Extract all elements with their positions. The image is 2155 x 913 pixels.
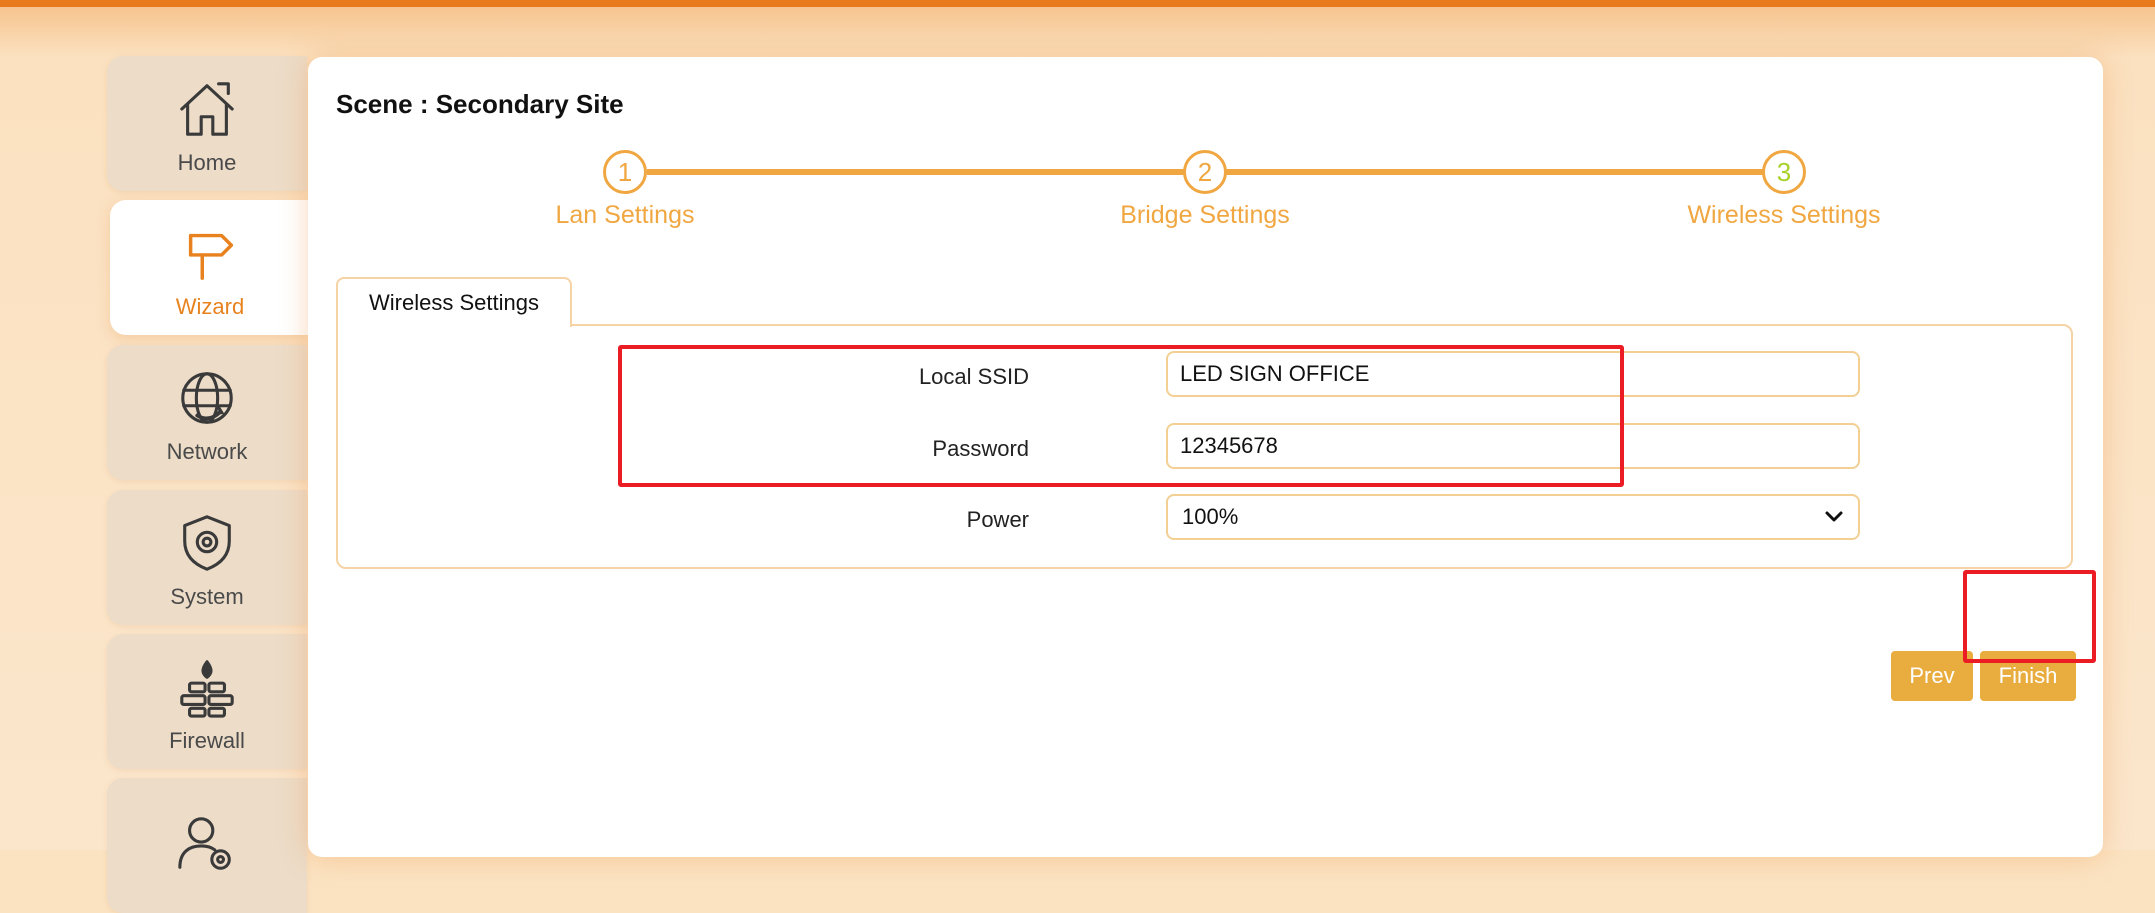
shield-gear-icon [183, 514, 231, 571]
step-3-circle: 3 [1762, 150, 1806, 194]
sidebar-item-label: System [170, 583, 244, 609]
user-gear-icon [178, 816, 231, 870]
step-2-circle: 2 [1183, 150, 1227, 194]
sidebar-item-wizard[interactable]: Wizard [110, 200, 310, 335]
step-1-label: Lan Settings [555, 201, 695, 229]
finish-button[interactable]: Finish [1980, 651, 2076, 701]
step-1-circle: 1 [603, 150, 647, 194]
page-title: Scene : Secondary Site [336, 89, 624, 119]
sidebar-item-home[interactable]: Home [107, 56, 307, 191]
power-label: Power [966, 507, 1029, 532]
power-select-value: 100% [1182, 504, 1239, 529]
power-select[interactable]: 100% [1166, 494, 1860, 540]
firewall-icon [180, 659, 234, 718]
signpost-icon [188, 233, 234, 280]
step-2-label: Bridge Settings [1120, 201, 1290, 229]
tab-wireless-settings[interactable]: Wireless Settings [336, 277, 572, 327]
sidebar-item-label: Wizard [175, 293, 245, 319]
sidebar-item-label: Network [166, 438, 248, 464]
sidebar-item-firewall[interactable]: Firewall [107, 634, 307, 769]
sidebar: Home Wizard Network System Firewall [0, 0, 310, 913]
password-label: Password [932, 436, 1029, 461]
home-icon [180, 81, 234, 136]
sidebar-item-label: Home [177, 149, 237, 175]
ssid-input[interactable] [1166, 351, 1860, 397]
globe-icon [181, 371, 233, 424]
highlight-finish [1963, 570, 2096, 663]
ssid-label: Local SSID [918, 364, 1029, 389]
chevron-down-icon [1825, 511, 1843, 522]
prev-button[interactable]: Prev [1891, 651, 1973, 701]
step-3-label: Wireless Settings [1687, 201, 1881, 229]
sidebar-item-system[interactable]: System [107, 490, 307, 625]
password-input[interactable] [1166, 423, 1860, 469]
sidebar-item-admin[interactable] [107, 778, 307, 913]
sidebar-item-network[interactable]: Network [107, 345, 307, 480]
step-connector [1226, 169, 1767, 175]
top-accent-bar [0, 0, 2155, 7]
sidebar-item-label: Firewall [169, 727, 245, 753]
wizard-card: Scene : Secondary Site 1 2 3 Lan Setting… [308, 57, 2103, 857]
step-connector [647, 169, 1188, 175]
